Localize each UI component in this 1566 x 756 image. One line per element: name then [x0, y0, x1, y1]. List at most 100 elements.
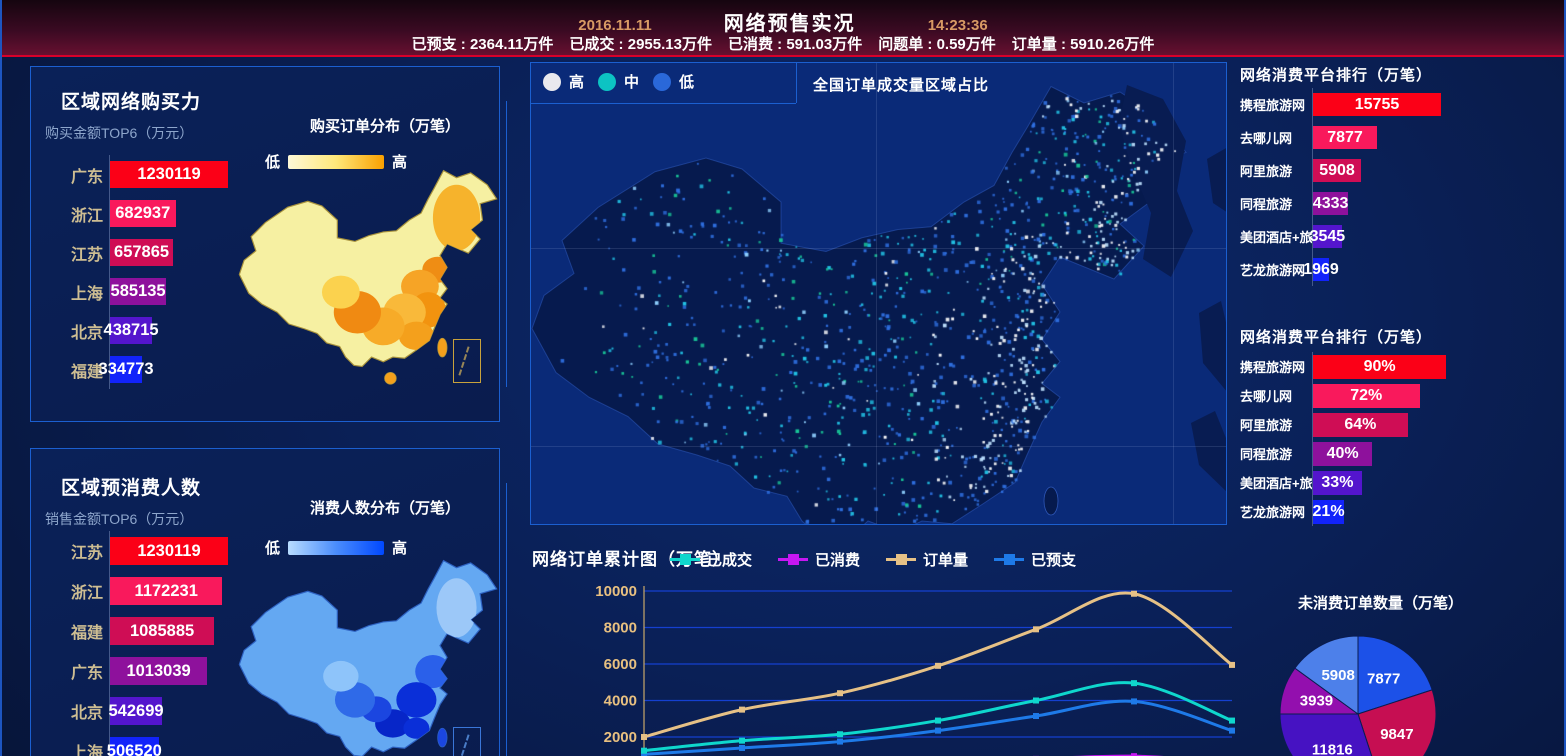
bar[interactable]: 506520: [110, 737, 159, 756]
bar-value: 15755: [1355, 96, 1400, 114]
bar-value: 33%: [1321, 474, 1353, 492]
panel-subtitle: 销售金额TOP6（万元）: [45, 509, 193, 529]
legend-dot-icon: [598, 73, 616, 91]
orders-line-chart[interactable]: 100008000600040002000: [527, 578, 1242, 756]
line-legend-item[interactable]: 已成交: [670, 549, 752, 570]
bar[interactable]: 1172231: [110, 577, 222, 605]
bar-value: 72%: [1350, 387, 1382, 405]
bar-label: 携程旅游网: [1240, 357, 1312, 376]
bar[interactable]: 657865: [110, 239, 173, 266]
bar[interactable]: 3545: [1313, 225, 1342, 248]
bar-row: 同程旅游40%: [1240, 439, 1446, 468]
bar-value: 506520: [107, 742, 162, 756]
bar-value: 4333: [1313, 195, 1349, 213]
bar-row: 江苏657865: [45, 233, 228, 272]
bar[interactable]: 1230119: [110, 161, 228, 188]
bar[interactable]: 5908: [1313, 159, 1361, 182]
legend-low-label: 低: [265, 537, 280, 558]
bar[interactable]: 21%: [1313, 500, 1344, 524]
bar[interactable]: 33%: [1313, 471, 1362, 495]
dist-title: 消费人数分布（万笔）: [275, 497, 495, 518]
bar-value: 1969: [1303, 261, 1339, 279]
bar-track: 1969: [1312, 253, 1329, 286]
bar-track: 1230119: [109, 155, 228, 194]
bar[interactable]: 90%: [1313, 355, 1446, 379]
bar-label: 浙江: [45, 202, 109, 226]
bar-label: 美团酒店+旅游: [1240, 227, 1312, 246]
bar-value: 1172231: [135, 582, 198, 601]
bar[interactable]: 334773: [110, 356, 142, 383]
pie-label: 3939: [1300, 693, 1333, 710]
header-title-row: 2016.11.11 网络预售实况 14:23:36: [2, 7, 1564, 36]
y-tick-label: 8000: [604, 620, 637, 637]
legend-divider: [796, 63, 797, 103]
bar-label: 上海: [45, 739, 109, 756]
bar[interactable]: 438715: [110, 317, 152, 344]
graticule-line: [876, 63, 877, 525]
legend-label: 已消费: [815, 549, 860, 570]
bar-row: 携程旅游网90%: [1240, 352, 1446, 381]
bar-row: 去哪儿网72%: [1240, 381, 1446, 410]
bar-value: 5908: [1319, 162, 1355, 180]
bar[interactable]: 72%: [1313, 384, 1420, 408]
bar[interactable]: 64%: [1313, 413, 1408, 437]
panel-title: 区域预消费人数: [61, 473, 201, 500]
legend-label: 已成交: [707, 549, 752, 570]
bar-track: 334773: [109, 350, 142, 389]
bar-value: 3545: [1310, 228, 1346, 246]
bar-track: 5908: [1312, 154, 1361, 187]
bar[interactable]: 15755: [1313, 93, 1441, 116]
bar-value: 21%: [1313, 503, 1345, 521]
bar-row: 北京438715: [45, 311, 228, 350]
stat-orders: 订单量5910.26万件: [1012, 33, 1155, 54]
bar-row: 浙江682937: [45, 194, 228, 233]
pie-label: 7877: [1367, 671, 1400, 688]
legend-high-label: 高: [392, 537, 407, 558]
bar[interactable]: 585135: [110, 278, 166, 305]
bar[interactable]: 1085885: [110, 617, 214, 645]
bar-value: 1085885: [130, 622, 194, 641]
header-stats-row: 已预支2364.11万件 已成交2955.13万件 已消费591.03万件 问题…: [2, 33, 1564, 54]
legend-marker-icon: [670, 558, 700, 561]
bar-row: 福建1085885: [45, 611, 228, 651]
bar-label: 北京: [45, 699, 109, 723]
graticule-line: [531, 248, 1227, 249]
bar[interactable]: 4333: [1313, 192, 1348, 215]
scatter-legend-item[interactable]: 低: [653, 71, 694, 92]
time-label: 14:23:36: [928, 17, 988, 34]
bar-track: 21%: [1312, 497, 1344, 526]
pie-label: 5908: [1321, 667, 1354, 684]
bar[interactable]: 40%: [1313, 442, 1372, 466]
bar-track: 72%: [1312, 381, 1420, 410]
bar[interactable]: 542699: [110, 697, 162, 725]
bar-track: 585135: [109, 272, 166, 311]
line-legend-item[interactable]: 订单量: [886, 549, 968, 570]
order-density-dots[interactable]: [531, 63, 1227, 525]
bar[interactable]: 1969: [1313, 258, 1329, 281]
bar-row: 艺龙旅游网21%: [1240, 497, 1446, 526]
legend-marker-icon: [778, 558, 808, 561]
bar-row: 广东1230119: [45, 155, 228, 194]
bar-value: 585135: [111, 282, 166, 301]
bar[interactable]: 1013039: [110, 657, 207, 685]
bar[interactable]: 1230119: [110, 537, 228, 565]
dashboard: 2016.11.11 网络预售实况 14:23:36 已预支2364.11万件 …: [0, 0, 1566, 756]
bar-value: 64%: [1344, 416, 1376, 434]
bar[interactable]: 682937: [110, 200, 176, 227]
bar[interactable]: 7877: [1313, 126, 1377, 149]
scatter-legend-item[interactable]: 中: [598, 71, 639, 92]
y-tick-label: 6000: [604, 656, 637, 673]
legend-label: 低: [679, 71, 694, 92]
unconsumed-pie-chart[interactable]: 787798471181639395908: [1270, 628, 1460, 756]
bar-row: 北京542699: [45, 691, 228, 731]
bar-label: 阿里旅游: [1240, 415, 1312, 434]
panel-scatter-map: 高中低 全国订单成交量区域占比: [530, 62, 1227, 525]
legend-label: 已预支: [1031, 549, 1076, 570]
south-china-sea-inset: [453, 339, 481, 383]
y-tick-label: 10000: [595, 583, 637, 600]
legend-divider: [531, 103, 796, 104]
line-legend-item[interactable]: 已预支: [994, 549, 1076, 570]
scatter-legend-item[interactable]: 高: [543, 71, 584, 92]
line-legend-item[interactable]: 已消费: [778, 549, 860, 570]
bar-row: 去哪儿网7877: [1240, 121, 1441, 154]
